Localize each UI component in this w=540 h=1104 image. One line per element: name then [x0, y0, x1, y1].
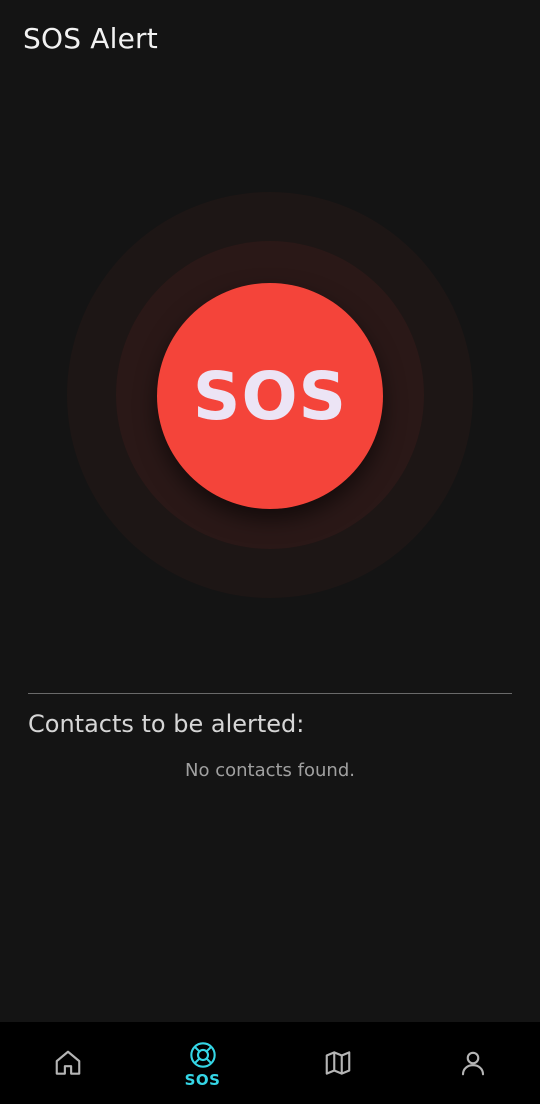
bottom-nav: SOS [0, 1022, 540, 1104]
nav-profile[interactable] [405, 1022, 540, 1104]
page-title: SOS Alert [23, 22, 158, 55]
sos-alert-screen: SOS Alert SOS Contacts to be alerted: No… [0, 0, 540, 1104]
map-icon [323, 1048, 353, 1078]
nav-sos-label: SOS [184, 1071, 221, 1089]
empty-contacts-message: No contacts found. [185, 760, 355, 781]
contacts-heading: Contacts to be alerted: [28, 710, 305, 738]
sos-button-label: SOS [192, 357, 348, 435]
user-icon [458, 1048, 488, 1078]
divider [28, 693, 512, 694]
sos-area: SOS [67, 192, 473, 598]
nav-sos[interactable]: SOS [135, 1022, 270, 1104]
nav-map[interactable] [270, 1022, 405, 1104]
lifebuoy-icon [189, 1041, 217, 1069]
nav-home[interactable] [0, 1022, 135, 1104]
sos-button[interactable]: SOS [157, 283, 383, 509]
home-icon [53, 1048, 83, 1078]
